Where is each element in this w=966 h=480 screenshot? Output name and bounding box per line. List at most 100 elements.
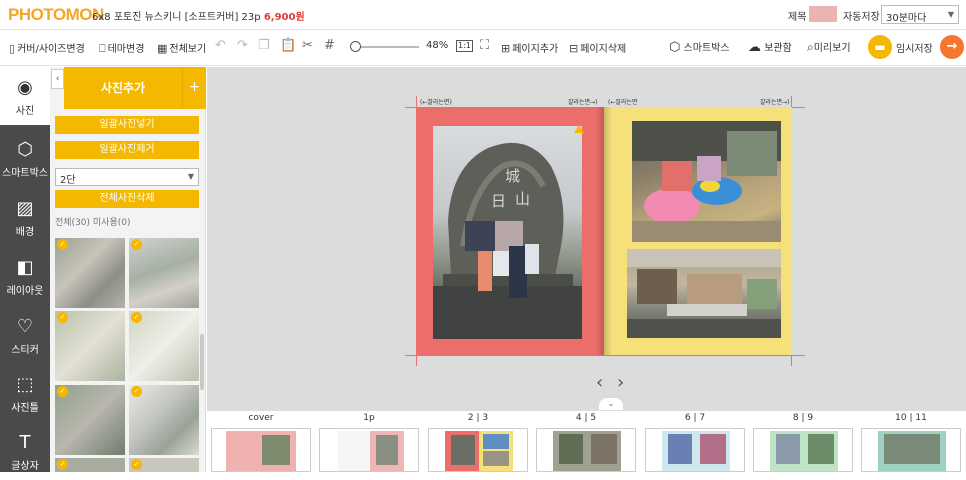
filmstrip-page-1p[interactable] <box>319 428 419 472</box>
svg-text:城: 城 <box>505 167 520 185</box>
filmstrip-thumb-photo <box>668 434 692 464</box>
autosave-value: 30분마다 <box>886 13 927 24</box>
cover-size-button[interactable]: ▯ 커버/사이즈변경 <box>9 40 85 55</box>
filmstrip-page-8-9[interactable] <box>753 428 853 472</box>
title-bar: PHOTOMON 6x8 포토진 뉴스키니 [소프트커버] 23p 6,900원… <box>0 0 966 30</box>
copy-icon[interactable]: ❐ <box>258 38 270 53</box>
grid-lines-icon[interactable]: # <box>324 38 335 53</box>
tool-background[interactable]: ▨ 배경 <box>0 188 50 246</box>
filmstrip-thumb-photo <box>700 434 726 464</box>
storage-button[interactable]: ☁ 보관함 <box>748 39 792 55</box>
cube-icon: ⬡ <box>669 40 681 55</box>
add-photo-button[interactable]: + <box>182 67 206 109</box>
undo-icon[interactable]: ↶ <box>215 38 226 53</box>
filmstrip-page-4-5[interactable] <box>536 428 636 472</box>
panel-scrollbar[interactable] <box>200 334 204 390</box>
photomon-logo: PHOTOMON <box>8 5 104 24</box>
page-photo-restaurant[interactable] <box>627 249 781 338</box>
check-icon: ✓ <box>131 386 142 397</box>
tool-smartbox[interactable]: ⬡ 스마트박스 <box>0 129 50 187</box>
filmstrip-label: 2 | 3 <box>467 413 489 423</box>
ratio-button[interactable]: 1:1 <box>456 40 473 52</box>
autosave-select[interactable]: 30분마다 ▼ <box>881 5 959 24</box>
delete-all-button[interactable]: 전체사진삭제 <box>55 190 199 208</box>
tool-textbox[interactable]: T 글상자 <box>0 422 50 480</box>
zoom-slider-handle[interactable] <box>350 41 361 52</box>
filmstrip-thumb-photo <box>559 434 583 464</box>
magnifier-icon: ⌕ <box>807 40 814 54</box>
photo-thumbnail[interactable]: ✓ <box>55 385 125 455</box>
document-icon: ▯ <box>9 42 16 55</box>
restaurant-illustration <box>627 249 781 338</box>
page-delete-label: 페이지삭제 <box>580 44 627 55</box>
preview-label: 미리보기 <box>813 43 851 54</box>
page-add-button[interactable]: ⊞ 페이지추가 <box>501 40 558 55</box>
filmstrip-page-10-11[interactable] <box>861 428 961 472</box>
grid-icon: ▦ <box>157 42 168 55</box>
photo-thumbnail[interactable]: ✓ <box>129 311 199 381</box>
filmstrip-thumb <box>338 431 370 471</box>
tool-sticker-label: 스티커 <box>11 345 39 356</box>
bulk-remove-button[interactable]: 일괄사진제거 <box>55 141 199 159</box>
column-select[interactable]: 2단 ▼ <box>55 168 199 186</box>
filmstrip-thumb-photo <box>884 434 940 464</box>
product-name: 6x8 포토진 뉴스키니 [소프트커버] 23p <box>92 12 261 23</box>
title-input[interactable] <box>809 6 837 22</box>
product-price: 6,900원 <box>263 12 305 23</box>
photo-thumbnail[interactable]: ✓ <box>129 238 199 308</box>
page-delete-button[interactable]: ⊟ 페이지삭제 <box>569 40 626 55</box>
filmstrip-thumb-photo <box>483 451 509 466</box>
zoom-slider-track[interactable] <box>353 46 419 48</box>
view-all-button[interactable]: ▦ 전체보기 <box>157 40 206 55</box>
tool-layout-label: 레이아웃 <box>6 286 44 297</box>
page-plus-icon: ⊞ <box>501 42 511 55</box>
check-icon: ✓ <box>131 239 142 250</box>
photo-thumbnail[interactable]: ✓ <box>129 458 199 472</box>
tool-layout[interactable]: ◧ 레이아웃 <box>0 247 50 305</box>
redo-icon[interactable]: ↷ <box>237 38 248 53</box>
arrow-right-icon[interactable]: → <box>940 35 964 59</box>
photo-thumbnail[interactable]: ✓ <box>55 458 125 472</box>
tool-sticker[interactable]: ♡ 스티커 <box>0 306 50 364</box>
page-photo-kids[interactable] <box>632 121 781 242</box>
temp-save-label[interactable]: 임시저장 <box>896 40 933 55</box>
filmstrip-label: 1p <box>363 413 375 423</box>
cut-guide-bottom <box>405 355 805 356</box>
theme-change-button[interactable]: ⎕ 테마변경 <box>99 40 144 56</box>
tool-textbox-label: 글상자 <box>11 461 39 472</box>
tool-frame-label: 사진틀 <box>11 403 39 414</box>
title-label: 제목 <box>788 12 807 23</box>
filmstrip-page-6-7[interactable] <box>645 428 745 472</box>
cut-label: 잘라는면→) <box>760 99 790 106</box>
smartbox-label: 스마트박스 <box>683 43 730 54</box>
chevron-left-icon[interactable]: ‹ <box>51 69 64 89</box>
folder-icon[interactable]: ▬ <box>868 35 892 59</box>
photo-thumbnail[interactable]: ✓ <box>55 238 125 308</box>
chevron-down-icon: ▼ <box>947 10 954 19</box>
svg-text:日: 日 <box>491 192 506 210</box>
bulk-insert-button[interactable]: 일괄사진넣기 <box>55 116 199 134</box>
page-photo-monument[interactable]: 城 日 山 <box>433 126 582 339</box>
tool-frame[interactable]: ⬚ 사진틀 <box>0 364 50 422</box>
filmstrip-page-2-3[interactable] <box>428 428 528 472</box>
photo-thumbnail[interactable]: ✓ <box>55 311 125 381</box>
paste-icon[interactable]: 📋 <box>280 38 296 53</box>
textbox-icon: T <box>19 432 31 453</box>
preview-button[interactable]: ⌕미리보기 <box>807 39 851 55</box>
tool-photo[interactable]: ◉ 사진 <box>0 67 50 125</box>
prev-page-icon[interactable]: ‹ <box>596 372 603 393</box>
autosave-label: 자동저장 <box>843 12 880 23</box>
next-page-icon[interactable]: › <box>617 372 624 393</box>
chevron-down-icon[interactable]: ⌄ <box>599 398 623 410</box>
filmstrip-page-cover[interactable] <box>211 428 311 472</box>
fit-screen-icon[interactable]: ⛶ <box>480 38 489 53</box>
cloud-upload-icon: ☁ <box>748 40 761 55</box>
smartbox-button[interactable]: ⬡ 스마트박스 <box>669 39 730 55</box>
panel-title[interactable]: 사진추가 <box>64 67 182 109</box>
photo-thumbnail[interactable]: ✓ <box>129 385 199 455</box>
cut-label: 잘라는면→) <box>568 99 598 106</box>
filmstrip-label: 8 | 9 <box>792 413 814 423</box>
scissors-icon[interactable]: ✂ <box>302 38 313 53</box>
tool-smartbox-label: 스마트박스 <box>2 168 48 179</box>
cut-label: (←잘라는면 <box>608 99 638 106</box>
